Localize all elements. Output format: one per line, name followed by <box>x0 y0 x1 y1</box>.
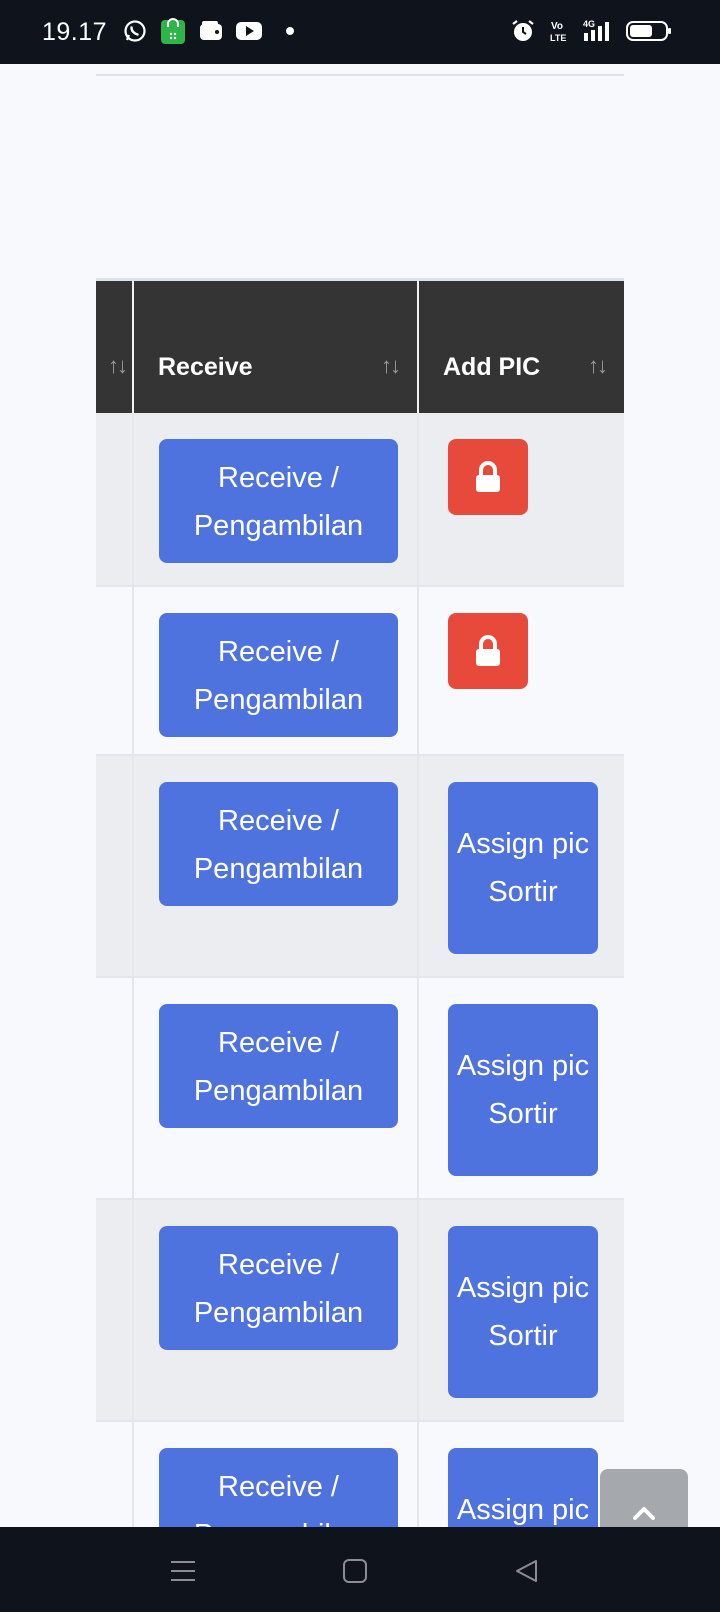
divider <box>96 74 624 76</box>
column-header-hidden[interactable]: ↑↓ <box>96 281 132 413</box>
alarm-icon <box>510 18 536 44</box>
sort-icon: ↑↓ <box>108 353 128 378</box>
assign-button-label: Assign pic Sortir <box>456 828 590 908</box>
table-row: Receive / Pengambilan Assign pic Sortir <box>96 1200 624 1422</box>
receive-button-label: Receive / Pengambilan <box>194 1471 363 1527</box>
table-row: Receive / Pengambilan Assign pic Sortir <box>96 1422 624 1527</box>
svg-text:4G: 4G <box>583 19 595 29</box>
table-row: Receive / Pengambilan Assign pic Sortir <box>96 978 624 1200</box>
page-content: ↑↓ Receive ↑↓ Add PIC ↑↓ Receive / Penga… <box>0 64 720 1527</box>
column-label: Add PIC <box>443 353 541 381</box>
lock-icon <box>476 635 500 666</box>
receive-button[interactable]: Receive / Pengambilan <box>159 1226 398 1350</box>
receive-button-label: Receive / Pengambilan <box>193 636 364 716</box>
back-icon <box>516 1560 537 1582</box>
signal-4g-icon: 4G <box>582 18 616 44</box>
table-row: Receive / Pengambilan Assign pic Sortir <box>96 756 624 978</box>
column-header-add-pic[interactable]: Add PIC ↑↓ <box>419 281 624 413</box>
back-button[interactable] <box>507 1551 547 1591</box>
svg-text:Vo: Vo <box>551 21 563 32</box>
svg-text:LTE: LTE <box>550 33 566 43</box>
assign-pic-button[interactable]: Assign pic Sortir <box>448 1226 598 1398</box>
cell-divider <box>417 413 419 585</box>
cell-divider <box>132 978 134 1198</box>
assign-pic-button[interactable]: Assign pic Sortir <box>448 782 598 954</box>
wallet-icon <box>198 18 224 44</box>
status-time: 19.17 <box>42 18 108 46</box>
scroll-to-top-button[interactable] <box>600 1469 688 1527</box>
receive-button-label: Receive / Pengambilan <box>193 1249 364 1329</box>
cell-divider <box>132 1422 134 1527</box>
data-table[interactable]: ↑↓ Receive ↑↓ Add PIC ↑↓ Receive / Penga… <box>96 278 624 1527</box>
lock-icon <box>476 461 500 492</box>
store-icon <box>160 18 186 44</box>
receive-button[interactable]: Receive / Pengambilan <box>159 1448 398 1527</box>
whatsapp-icon <box>122 18 148 44</box>
navigation-bar <box>0 1527 720 1612</box>
receive-button[interactable]: Receive / Pengambilan <box>159 782 398 906</box>
sort-icon: ↑↓ <box>381 353 401 378</box>
cell-divider <box>132 587 134 754</box>
cell-divider <box>417 1422 419 1527</box>
assign-pic-button[interactable]: Assign pic Sortir <box>448 1004 598 1176</box>
locked-button[interactable] <box>448 613 528 689</box>
assign-button-label: Assign pic Sortir <box>456 1494 590 1526</box>
receive-button[interactable]: Receive / Pengambilan <box>159 613 398 737</box>
cell-divider <box>417 756 419 976</box>
receive-button[interactable]: Receive / Pengambilan <box>159 439 398 563</box>
cell-divider <box>417 1200 419 1420</box>
cell-divider <box>417 978 419 1198</box>
receive-button-label: Receive / Pengambilan <box>193 462 364 542</box>
receive-button[interactable]: Receive / Pengambilan <box>159 1004 398 1128</box>
column-label: Receive <box>158 353 253 381</box>
home-button[interactable] <box>335 1551 375 1591</box>
receive-button-label: Receive / Pengambilan <box>193 1027 364 1107</box>
youtube-icon <box>236 18 262 44</box>
table-row: Receive / Pengambilan <box>96 587 624 756</box>
table-row: Receive / Pengambilan <box>96 413 624 587</box>
status-system-icons: Vo LTE 4G <box>510 18 672 44</box>
assign-button-label: Assign pic Sortir <box>456 1050 590 1130</box>
status-bar: 19.17 Vo LTE 4G <box>0 0 720 64</box>
volte-icon: Vo LTE <box>546 18 572 44</box>
locked-button[interactable] <box>448 439 528 515</box>
column-header-receive[interactable]: Receive ↑↓ <box>134 281 417 413</box>
home-icon <box>343 1559 367 1583</box>
table-header: ↑↓ Receive ↑↓ Add PIC ↑↓ <box>96 281 624 413</box>
sort-icon: ↑↓ <box>588 353 608 378</box>
cell-divider <box>132 756 134 976</box>
chevron-up-icon <box>633 1507 655 1520</box>
assign-button-label: Assign pic Sortir <box>456 1272 590 1352</box>
menu-icon <box>171 1561 195 1581</box>
battery-icon <box>626 18 672 44</box>
cell-divider <box>132 413 134 585</box>
cell-divider <box>417 587 419 754</box>
status-notification-icons <box>122 18 294 44</box>
notification-dot-icon <box>286 27 294 35</box>
receive-button-label: Receive / Pengambilan <box>193 805 364 885</box>
assign-pic-button[interactable]: Assign pic Sortir <box>448 1448 598 1527</box>
cell-divider <box>132 1200 134 1420</box>
menu-button[interactable] <box>163 1551 203 1591</box>
